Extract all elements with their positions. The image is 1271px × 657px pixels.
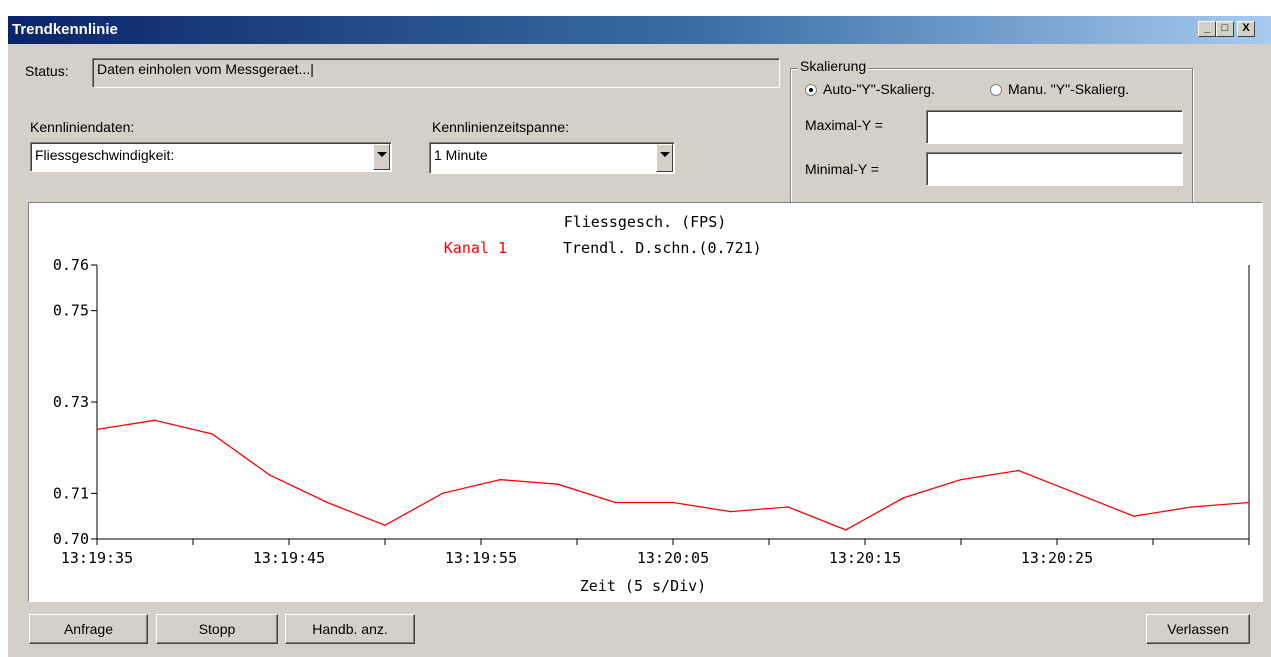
chart-plot bbox=[96, 419, 1250, 531]
title-bar[interactable]: Trendkennlinie _ □ X bbox=[8, 16, 1271, 44]
y-tick-label: 0.75 bbox=[53, 302, 89, 320]
x-tick-label: 13:20:15 bbox=[829, 549, 901, 567]
data-point bbox=[845, 529, 847, 531]
data-point bbox=[1248, 501, 1250, 504]
legend-channel: Kanal 1 bbox=[444, 239, 507, 257]
max-y-label: Maximal-Y = bbox=[805, 117, 883, 133]
data-point bbox=[499, 478, 502, 481]
x-tick-label: 13:19:45 bbox=[253, 549, 325, 567]
auto-scale-radio[interactable] bbox=[805, 84, 817, 96]
max-y-input[interactable] bbox=[926, 110, 1183, 144]
data-point bbox=[384, 524, 386, 527]
maximize-button[interactable]: □ bbox=[1216, 21, 1234, 37]
data-point bbox=[326, 501, 329, 504]
data-point bbox=[153, 419, 156, 422]
data-point bbox=[211, 433, 213, 435]
data-point bbox=[787, 506, 789, 508]
status-label: Status: bbox=[25, 63, 69, 79]
minimize-button[interactable]: _ bbox=[1198, 21, 1216, 37]
anfrage-button[interactable]: Anfrage bbox=[29, 614, 148, 644]
min-y-input[interactable] bbox=[926, 152, 1183, 186]
stopp-button[interactable]: Stopp bbox=[156, 614, 278, 644]
data-point bbox=[672, 501, 674, 504]
trend-chart-svg: Fliessgesch. (FPS) Kanal 1 Trendl. D.sch… bbox=[53, 213, 1250, 595]
chevron-down-icon[interactable] bbox=[373, 144, 390, 170]
data-point bbox=[441, 492, 444, 495]
chart-title: Fliessgesch. (FPS) bbox=[564, 213, 727, 231]
verlassen-button[interactable]: Verlassen bbox=[1146, 614, 1250, 644]
data-point bbox=[1190, 506, 1193, 508]
status-field: Daten einholen vom Messgeraet...| bbox=[92, 58, 780, 88]
legend-average: Trendl. D.schn.(0.721) bbox=[563, 239, 762, 257]
chevron-down-icon[interactable] bbox=[656, 144, 673, 172]
kennliniendaten-dropdown[interactable]: Fliessgeschwindigkeit: bbox=[30, 142, 392, 172]
chart-axes: 0.76 0.75 0.73 0.71 0.7013:19:35 13:19:45 13:1… bbox=[53, 256, 1250, 567]
trend-window: Trendkennlinie _ □ X Status: Daten einho… bbox=[8, 16, 1271, 657]
zeitspanne-dropdown[interactable]: 1 Minute bbox=[429, 142, 675, 174]
x-tick-label: 13:19:35 bbox=[61, 549, 133, 567]
data-point bbox=[96, 428, 98, 431]
data-point bbox=[557, 483, 559, 486]
trend-chart: Fliessgesch. (FPS) Kanal 1 Trendl. D.sch… bbox=[28, 202, 1263, 602]
y-tick-label: 0.70 bbox=[53, 530, 89, 548]
x-axis-label: Zeit (5 s/Div) bbox=[580, 577, 706, 595]
data-point bbox=[902, 497, 905, 499]
y-tick-label: 0.76 bbox=[53, 256, 89, 274]
data-point bbox=[729, 510, 732, 513]
zeitspanne-value: 1 Minute bbox=[434, 147, 488, 163]
zeitspanne-label: Kennlinienzeitspanne: bbox=[432, 119, 569, 135]
auto-scale-label[interactable]: Auto-"Y"-Skalierg. bbox=[823, 81, 935, 97]
data-point bbox=[1017, 469, 1020, 472]
status-text: Daten einholen vom Messgeraet...| bbox=[97, 61, 314, 77]
x-tick-label: 13:19:55 bbox=[445, 549, 517, 567]
kennliniendaten-label: Kennliniendaten: bbox=[30, 119, 135, 135]
manual-scale-radio[interactable] bbox=[990, 84, 1002, 96]
data-point bbox=[1133, 515, 1135, 517]
window-title: Trendkennlinie bbox=[12, 21, 118, 38]
x-tick-label: 13:20:25 bbox=[1021, 549, 1093, 567]
y-tick-label: 0.73 bbox=[53, 393, 89, 411]
kennliniendaten-value: Fliessgeschwindigkeit: bbox=[35, 147, 175, 163]
y-tick-label: 0.71 bbox=[53, 484, 89, 502]
handbuch-button[interactable]: Handb. anz. bbox=[285, 614, 415, 644]
data-point bbox=[269, 474, 271, 476]
data-point bbox=[614, 501, 617, 504]
x-tick-label: 13:20:05 bbox=[637, 549, 709, 567]
data-point bbox=[960, 478, 962, 481]
data-point bbox=[1075, 492, 1077, 495]
manual-scale-label[interactable]: Manu. "Y"-Skalierg. bbox=[1008, 81, 1129, 97]
close-button[interactable]: X bbox=[1237, 21, 1255, 37]
skalierung-title: Skalierung bbox=[798, 58, 869, 74]
min-y-label: Minimal-Y = bbox=[805, 161, 880, 177]
